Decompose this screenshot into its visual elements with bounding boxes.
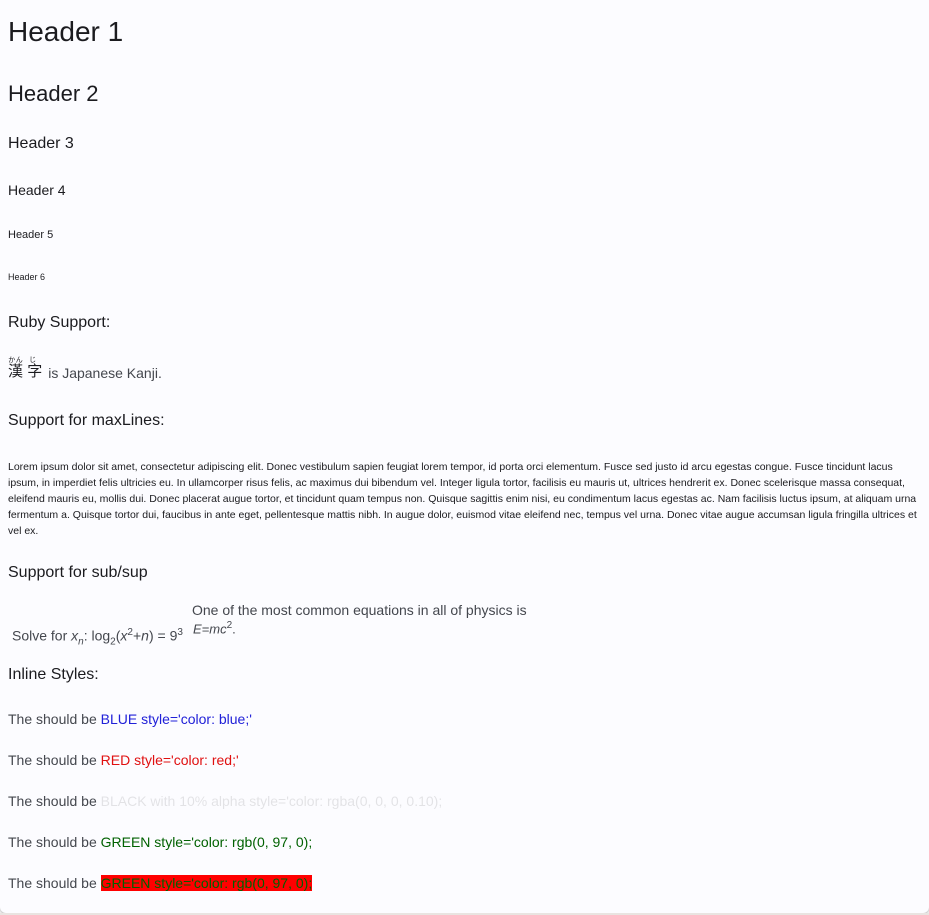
plus-sign: +	[132, 627, 142, 644]
ruby-example: 漢かん 字じ is Japanese Kanji.	[8, 357, 162, 381]
red-text: RED style='color: red;'	[100, 752, 239, 768]
equals-nine: ) = 9	[148, 627, 178, 644]
header-6: Header 6	[8, 272, 46, 282]
ruby-section-title: Ruby Support:	[8, 314, 111, 331]
physics-sentence: One of the most common equations in all …	[192, 602, 527, 618]
subsup-title-text: Support for sub/sup	[8, 564, 148, 581]
maxlines-section-title: Support for maxLines:	[8, 412, 165, 429]
style-row-black-alpha: The should be BLACK with 10% alpha style…	[8, 793, 442, 809]
period: .	[232, 621, 236, 637]
green-highlight-text: GREEN style='color: rgb(0, 97, 0);	[100, 875, 313, 891]
header-2: Header 2	[8, 81, 99, 106]
emc-text: E=mc	[193, 621, 227, 637]
nine-exponent: 3	[177, 627, 183, 638]
subsup-section-title: Support for sub/sup	[8, 564, 148, 582]
style-row-red: The should be RED style='color: red;'	[8, 752, 239, 768]
solve-equation: Solve for xn: log2(x2+n) = 93	[12, 627, 183, 647]
ruby-reading-1: かん	[8, 357, 24, 364]
style-prefix: The should be	[8, 834, 101, 850]
ruby-reading-2: じ	[23, 357, 43, 364]
log-text: : log	[83, 627, 111, 644]
style-prefix: The should be	[8, 875, 101, 891]
html-widget-page: Header 1 Header 2 Header 3 Header 4 Head…	[0, 0, 929, 913]
header-4: Header 4	[8, 182, 66, 198]
header-5: Header 5	[8, 229, 54, 241]
solve-prefix: Solve for	[12, 627, 72, 644]
var-n: n	[141, 627, 149, 644]
style-prefix: The should be	[8, 793, 101, 809]
ruby-kanji: 漢かん 字じ	[8, 357, 42, 381]
style-prefix: The should be	[8, 711, 101, 727]
black-alpha-text: BLACK with 10% alpha style='color: rgba(…	[100, 793, 443, 809]
style-row-green: The should be GREEN style='color: rgb(0,…	[8, 834, 312, 850]
green-text: GREEN style='color: rgb(0, 97, 0);	[100, 834, 313, 850]
header-3: Header 3	[8, 135, 74, 152]
header-1: Header 1	[8, 16, 124, 47]
inline-styles-title: Inline Styles:	[8, 666, 99, 683]
ruby-suffix-text: is Japanese Kanji.	[48, 365, 162, 381]
ruby-base-2: 字	[27, 363, 43, 380]
lorem-paragraph: Lorem ipsum dolor sit amet, consectetur …	[8, 461, 917, 537]
blue-text: BLUE style='color: blue;'	[100, 711, 252, 727]
style-row-green-highlight: The should be GREEN style='color: rgb(0,…	[8, 875, 313, 891]
ruby-base-1: 漢	[8, 363, 24, 380]
style-prefix: The should be	[8, 752, 101, 768]
style-row-blue: The should be BLUE style='color: blue;'	[8, 711, 252, 727]
physics-equation: E=mc2.	[193, 620, 236, 636]
